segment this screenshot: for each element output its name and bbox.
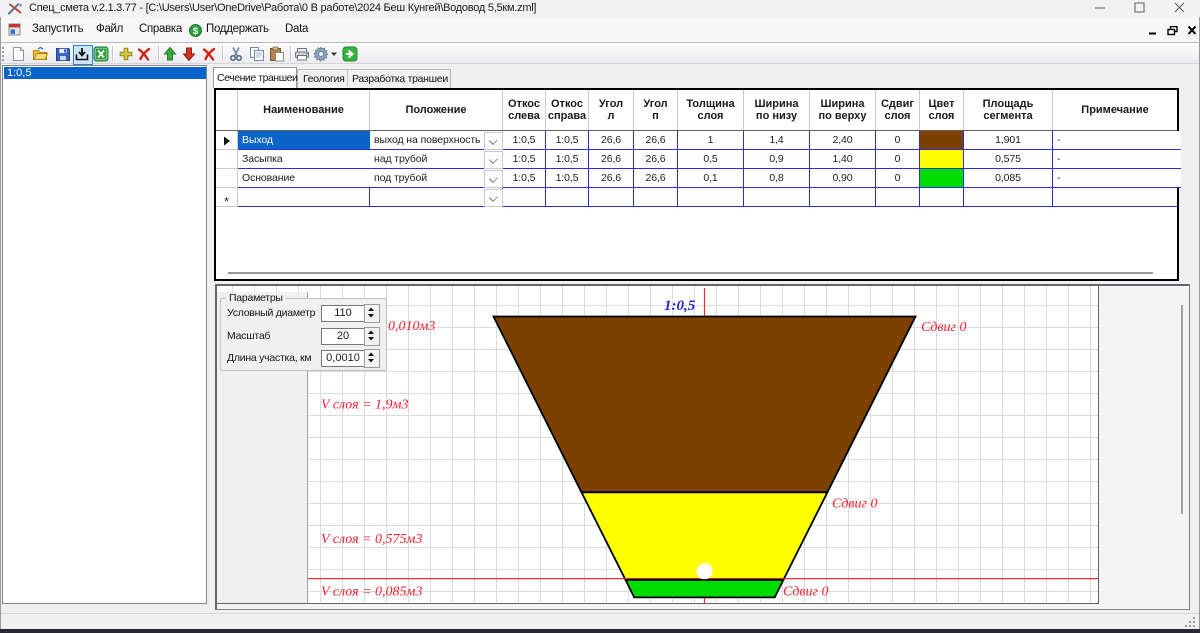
svg-text:1:0,5: 1:0,5 <box>664 298 696 314</box>
svg-text:Сдвиг 0: Сдвиг 0 <box>783 585 828 600</box>
svg-text:V слоя = 0,085м3: V слоя = 0,085м3 <box>321 585 423 600</box>
svg-text:0,010м3: 0,010м3 <box>388 319 435 334</box>
svg-text:Сдвиг 0: Сдвиг 0 <box>921 320 966 335</box>
svg-text:V слоя = 1,9м3: V слоя = 1,9м3 <box>321 398 409 413</box>
svg-text:V слоя = 0,575м3: V слоя = 0,575м3 <box>321 532 423 547</box>
svg-text:$: $ <box>193 26 199 37</box>
svg-text:Сдвиг 0: Сдвиг 0 <box>832 497 877 512</box>
